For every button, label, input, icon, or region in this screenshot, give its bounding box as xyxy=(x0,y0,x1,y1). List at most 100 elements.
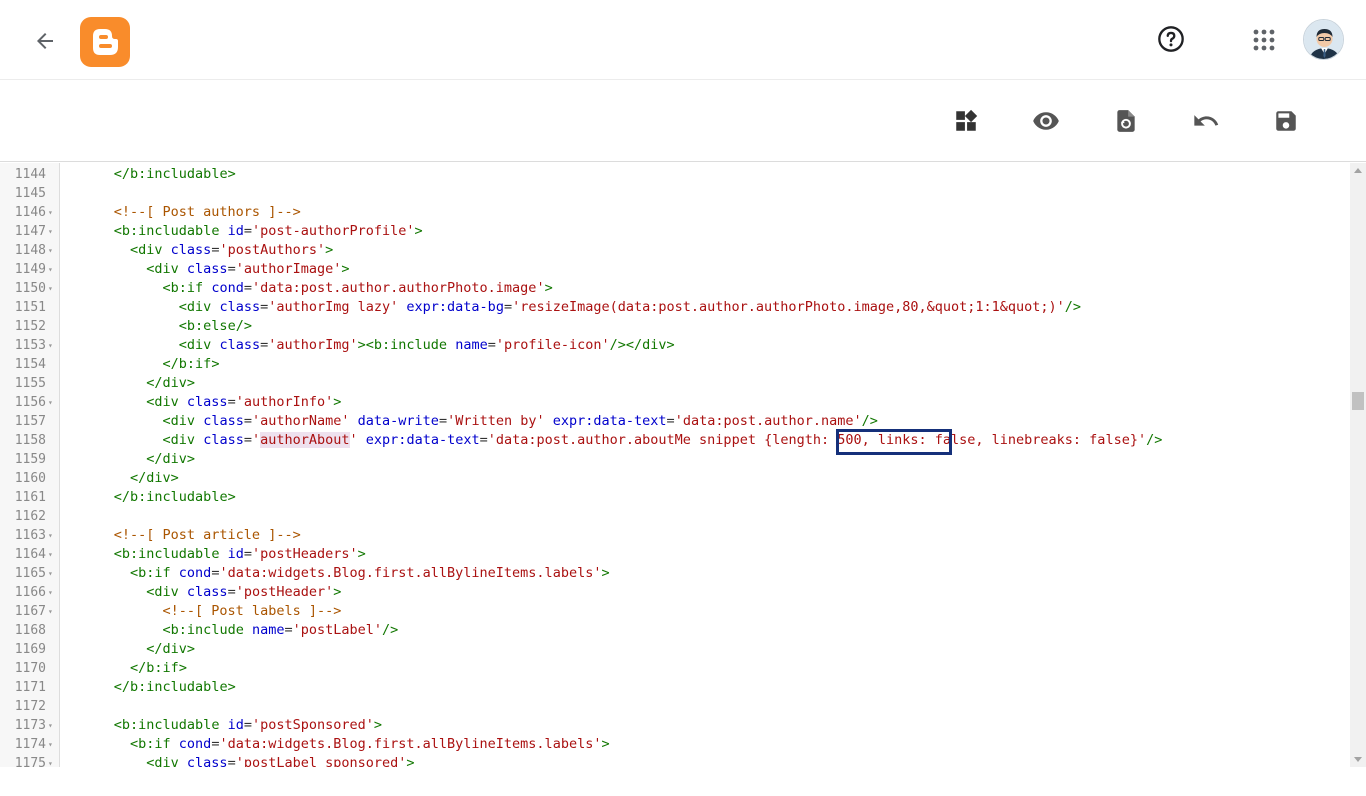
blogger-logo-icon xyxy=(93,29,118,55)
fold-toggle-icon[interactable]: ▾ xyxy=(48,735,53,754)
account-avatar[interactable] xyxy=(1303,19,1344,60)
fold-toggle-icon[interactable]: ▾ xyxy=(48,260,53,279)
code-line[interactable]: 1153 ▾ <div class='authorImg'><b:include … xyxy=(0,336,1350,355)
code-text[interactable]: <!--[ Post authors ]--> xyxy=(65,203,301,222)
code-text[interactable]: </div> xyxy=(65,374,195,393)
code-text[interactable]: </b:includable> xyxy=(65,165,236,184)
fold-toggle-icon[interactable]: ▾ xyxy=(48,545,53,564)
jump-to-widget-button[interactable] xyxy=(947,102,985,140)
widgets-icon xyxy=(956,109,978,131)
code-text[interactable]: <div class='authorImg'><b:include name='… xyxy=(65,336,675,355)
code-line[interactable]: 1162 xyxy=(0,507,1350,526)
code-text[interactable]: <b:includable id='postSponsored'> xyxy=(65,716,382,735)
fold-toggle-icon[interactable]: ▾ xyxy=(48,393,53,412)
code-line[interactable]: 1154 </b:if> xyxy=(0,355,1350,374)
code-text[interactable]: <div class='postLabel sponsored'> xyxy=(65,754,414,767)
blogger-logo[interactable] xyxy=(80,17,130,67)
code-text[interactable]: </b:if> xyxy=(65,659,187,678)
code-line[interactable]: 1171 </b:includable> xyxy=(0,678,1350,697)
fold-toggle-icon[interactable]: ▾ xyxy=(48,203,53,222)
preview-button[interactable] xyxy=(1027,102,1065,140)
fold-toggle-icon[interactable]: ▾ xyxy=(48,564,53,583)
code-line[interactable]: 1159 </div> xyxy=(0,450,1350,469)
code-line[interactable]: 1149 ▾ <div class='authorImage'> xyxy=(0,260,1350,279)
code-line[interactable]: 1174 ▾ <b:if cond='data:widgets.Blog.firs… xyxy=(0,735,1350,754)
line-number: 1171 xyxy=(14,680,46,695)
code-text[interactable]: <div class='authorInfo'> xyxy=(65,393,341,412)
code-line[interactable]: 1166 ▾ <div class='postHeader'> xyxy=(0,583,1350,602)
code-line[interactable]: 1144 </b:includable> xyxy=(0,165,1350,184)
fold-toggle-icon[interactable]: ▾ xyxy=(48,583,53,602)
scroll-up-arrow-icon[interactable] xyxy=(1354,168,1362,173)
code-text[interactable]: <b:include name='postLabel'/> xyxy=(65,621,399,640)
help-button[interactable] xyxy=(1153,21,1189,57)
code-line[interactable]: 1155 </div> xyxy=(0,374,1350,393)
line-number: 1145 xyxy=(14,186,46,201)
code-line[interactable]: 1156 ▾ <div class='authorInfo'> xyxy=(0,393,1350,412)
code-line[interactable]: 1158 <div class='authorAbout' expr:data-… xyxy=(0,431,1350,450)
code-line[interactable]: 1167 ▾ <!--[ Post labels ]--> xyxy=(0,602,1350,621)
fold-toggle-icon[interactable]: ▾ xyxy=(48,602,53,621)
code-line[interactable]: 1145 xyxy=(0,184,1350,203)
code-line[interactable]: 1160 </div> xyxy=(0,469,1350,488)
code-text[interactable]: <div class='authorImage'> xyxy=(65,260,349,279)
code-line[interactable]: 1148 ▾ <div class='postAuthors'> xyxy=(0,241,1350,260)
code-line[interactable]: 1163 ▾ <!--[ Post article ]--> xyxy=(0,526,1350,545)
code-line[interactable]: 1161 </b:includable> xyxy=(0,488,1350,507)
code-line[interactable]: 1147 ▾ <b:includable id='post-authorProfi… xyxy=(0,222,1350,241)
code-text[interactable]: <b:if cond='data:widgets.Blog.first.allB… xyxy=(65,564,610,583)
fold-toggle-icon[interactable]: ▾ xyxy=(48,336,53,355)
code-text[interactable]: <b:else/> xyxy=(65,317,252,336)
code-text[interactable]: <div class='authorName' data-write='Writ… xyxy=(65,412,878,431)
fold-toggle-icon[interactable]: ▾ xyxy=(48,716,53,735)
code-lines[interactable]: 1144 </b:includable> 1145 1146 ▾ <!--[ Post… xyxy=(0,165,1350,767)
code-text[interactable]: <b:includable id='post-authorProfile'> xyxy=(65,222,423,241)
code-text[interactable]: <div class='authorImg lazy' expr:data-bg… xyxy=(65,298,1081,317)
code-line[interactable]: 1168 <b:include name='postLabel'/> xyxy=(0,621,1350,640)
code-text[interactable]: <!--[ Post article ]--> xyxy=(65,526,301,545)
code-text[interactable]: <div class='postHeader'> xyxy=(65,583,341,602)
code-text[interactable]: </div> xyxy=(65,640,195,659)
scroll-thumb[interactable] xyxy=(1352,392,1364,410)
code-line[interactable]: 1164 ▾ <b:includable id='postHeaders'> xyxy=(0,545,1350,564)
fold-toggle-icon[interactable]: ▾ xyxy=(48,222,53,241)
code-text[interactable]: <div class='authorAbout' expr:data-text=… xyxy=(65,431,1162,450)
code-text[interactable]: </b:includable> xyxy=(65,488,236,507)
code-line[interactable]: 1151 <div class='authorImg lazy' expr:da… xyxy=(0,298,1350,317)
code-line[interactable]: 1169 </div> xyxy=(0,640,1350,659)
fold-toggle-icon[interactable]: ▾ xyxy=(48,279,53,298)
save-button[interactable] xyxy=(1267,102,1305,140)
code-text[interactable]: </b:includable> xyxy=(65,678,236,697)
code-line[interactable]: 1146 ▾ <!--[ Post authors ]--> xyxy=(0,203,1350,222)
code-line[interactable]: 1165 ▾ <b:if cond='data:widgets.Blog.firs… xyxy=(0,564,1350,583)
fold-toggle-icon[interactable]: ▾ xyxy=(48,754,53,767)
undo-button[interactable] xyxy=(1187,102,1225,140)
code-text[interactable]: <b:if cond='data:post.author.authorPhoto… xyxy=(65,279,553,298)
code-text[interactable]: </div> xyxy=(65,469,179,488)
code-line[interactable]: 1152 <b:else/> xyxy=(0,317,1350,336)
restore-button[interactable] xyxy=(1107,102,1145,140)
fold-toggle-icon[interactable]: ▾ xyxy=(48,526,53,545)
code-line[interactable]: 1172 xyxy=(0,697,1350,716)
line-number: 1166 xyxy=(14,585,46,600)
undo-icon xyxy=(1194,115,1219,126)
code-text[interactable]: <b:includable id='postHeaders'> xyxy=(65,545,366,564)
code-line[interactable]: 1150 ▾ <b:if cond='data:post.author.autho… xyxy=(0,279,1350,298)
editor-scrollbar[interactable] xyxy=(1350,163,1366,767)
code-line[interactable]: 1173 ▾ <b:includable id='postSponsored'> xyxy=(0,716,1350,735)
scroll-down-arrow-icon[interactable] xyxy=(1354,757,1362,762)
code-text[interactable]: <div class='postAuthors'> xyxy=(65,241,333,260)
code-editor[interactable]: 1144 </b:includable> 1145 1146 ▾ <!--[ Post… xyxy=(0,163,1350,767)
code-text[interactable]: </div> xyxy=(65,450,195,469)
code-text[interactable]: </b:if> xyxy=(65,355,220,374)
line-number: 1173 xyxy=(14,718,46,733)
code-text[interactable]: <b:if cond='data:widgets.Blog.first.allB… xyxy=(65,735,610,754)
code-text[interactable]: <!--[ Post labels ]--> xyxy=(65,602,342,621)
code-line[interactable]: 1170 </b:if> xyxy=(0,659,1350,678)
line-number: 1167 xyxy=(14,604,46,619)
code-line[interactable]: 1175 ▾ <div class='postLabel sponsored'> xyxy=(0,754,1350,767)
google-apps-button[interactable] xyxy=(1246,22,1282,58)
code-line[interactable]: 1157 <div class='authorName' data-write=… xyxy=(0,412,1350,431)
fold-toggle-icon[interactable]: ▾ xyxy=(48,241,53,260)
back-button[interactable] xyxy=(28,24,62,58)
